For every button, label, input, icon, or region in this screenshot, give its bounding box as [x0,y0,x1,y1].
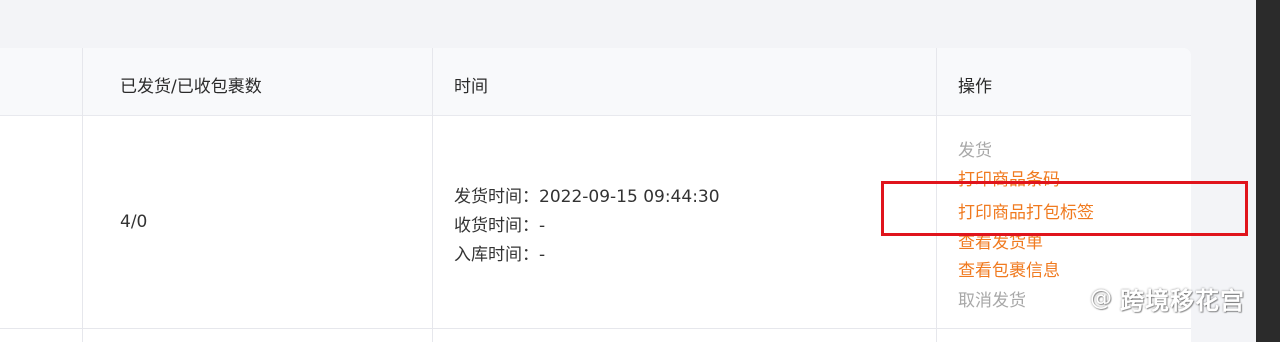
warehouse-time: 入库时间：- [454,245,546,265]
ship-time: 发货时间：2022-09-15 09:44:30 [454,187,720,207]
watermark: @ 跨境移花宫 [1048,280,1245,316]
table-header: 已发货/已收包裹数 时间 操作 [0,48,1191,116]
scrollbar-track[interactable] [1256,0,1280,342]
watermark-at: @ [1090,285,1112,311]
column-divider [82,48,83,342]
watermark-name: 跨境移花宫 [1120,286,1245,315]
header-shipped-received: 已发货/已收包裹数 [120,77,262,97]
page: 已发货/已收包裹数 时间 操作 4/0 发货时间：2022-09-15 09:4… [0,0,1280,342]
row-divider [0,328,1191,329]
highlight-annotation [881,181,1248,236]
wechat-bubble-icon [1048,283,1082,313]
package-count: 4/0 [120,212,148,232]
view-package-info-link[interactable]: 查看包裹信息 [958,256,1060,281]
top-background [0,0,1256,48]
header-actions: 操作 [958,77,992,97]
column-divider [432,48,433,342]
header-time: 时间 [454,77,488,97]
cancel-shipment-link[interactable]: 取消发货 [958,286,1026,311]
ship-action[interactable]: 发货 [958,136,992,161]
receive-time: 收货时间：- [454,216,546,236]
